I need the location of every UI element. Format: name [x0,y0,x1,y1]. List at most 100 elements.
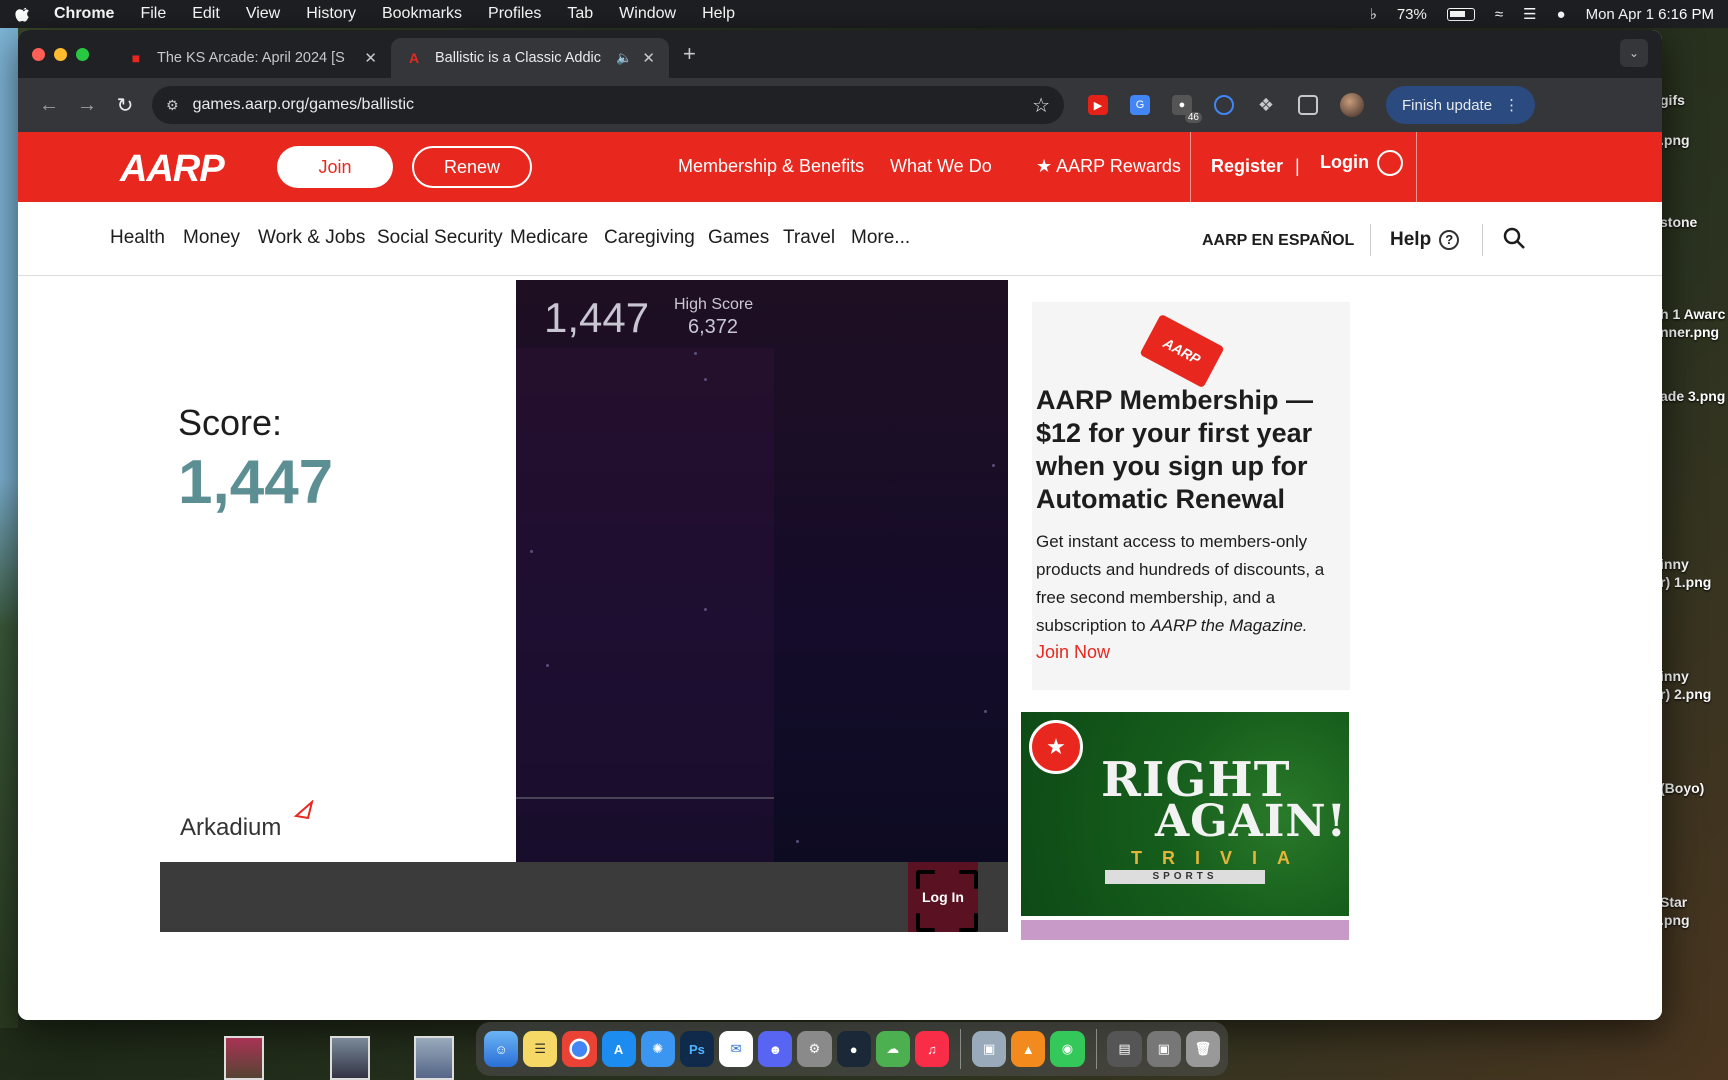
address-bar[interactable]: ⚙ games.aarp.org/games/ballistic ☆ [152,86,1064,124]
search-icon[interactable] [1502,226,1526,250]
close-tab-icon[interactable]: ✕ [642,49,655,67]
side-panel-icon[interactable] [1298,95,1318,115]
desktop-file-label[interactable]: h 1 Awarc [1660,306,1725,322]
aarp-rewards-link[interactable]: ★ AARP Rewards [1036,156,1181,177]
what-we-do-link[interactable]: What We Do [890,156,992,177]
wifi-icon[interactable]: ≈ [1495,6,1503,23]
menu-bookmarks[interactable]: Bookmarks [382,5,462,23]
menu-app-name[interactable]: Chrome [54,5,114,23]
translate-extension-icon[interactable]: G [1130,95,1150,115]
app-store-icon[interactable]: A [601,1031,636,1067]
desktop-file-label[interactable]: gifs [1660,92,1685,108]
arkadium-logo[interactable]: Arkadium [180,814,281,842]
desktop-file-label[interactable]: inny [1660,668,1689,684]
menu-window[interactable]: Window [619,5,676,23]
desktop-file-label[interactable]: Star [1660,894,1687,910]
system-settings-icon[interactable]: ⚙ [797,1031,832,1067]
tab-search-chevron-icon[interactable]: ⌄ [1620,39,1648,67]
nav-travel[interactable]: Travel [783,227,835,249]
membership-benefits-link[interactable]: Membership & Benefits [678,156,864,177]
vlc-icon[interactable]: ▲ [1011,1031,1046,1067]
apple-icon[interactable] [14,5,32,23]
photoshop-icon[interactable]: Ps [679,1031,715,1067]
menu-help[interactable]: Help [702,5,735,23]
discord-icon[interactable]: ☻ [758,1031,793,1067]
desktop-file-label[interactable]: stone [1660,214,1697,230]
desktop-file-label[interactable]: ade 3.png [1660,388,1725,404]
menu-file[interactable]: File [140,5,166,23]
desktop-file-label[interactable]: nner.png [1660,324,1719,340]
forward-button[interactable]: → [68,94,106,117]
safari-icon[interactable]: ✺ [640,1031,675,1067]
cloud-app-icon[interactable]: ☁ [875,1031,910,1067]
speaker-icon[interactable]: 🔈 [616,50,632,66]
renew-button[interactable]: Renew [412,146,532,188]
right-again-trivia-ad[interactable]: ★ RIGHT AGAIN! TRIVIA SPORTS [1021,712,1349,916]
back-button[interactable]: ← [30,94,68,117]
profile-avatar[interactable] [1340,93,1364,117]
menu-view[interactable]: View [246,5,280,23]
menu-profiles[interactable]: Profiles [488,5,541,23]
music-icon[interactable]: ♫ [914,1031,950,1067]
join-now-link[interactable]: Join Now [1036,642,1110,663]
desktop-thumbnail[interactable] [414,1036,454,1080]
mail-icon[interactable]: ✉ [719,1031,754,1067]
desktop-file-label[interactable]: r) 1.png [1660,574,1711,590]
downloads-stack-icon[interactable]: ▣ [1146,1031,1181,1067]
desktop-file-label[interactable]: .png [1660,912,1690,928]
next-ad-preview[interactable] [1021,920,1349,940]
menu-history[interactable]: History [306,5,356,23]
help-link[interactable]: Help? [1390,229,1460,251]
nav-health[interactable]: Health [110,227,165,249]
nav-work-jobs[interactable]: Work & Jobs [258,227,365,249]
youtube-extension-icon[interactable]: ▶ [1088,95,1108,115]
desktop-file-label[interactable]: .png [1660,132,1690,148]
finish-update-button[interactable]: Finish update ⋮ [1386,86,1536,124]
control-center-icon[interactable]: ☰ [1523,5,1536,23]
chrome-icon[interactable] [562,1031,597,1067]
nav-medicare[interactable]: Medicare [510,227,588,249]
aarp-en-espanol-link[interactable]: AARP EN ESPAÑOL [1202,232,1354,250]
desktop-file-label[interactable]: inny [1660,556,1689,572]
game-login-button[interactable]: Log In [908,862,978,932]
desktop-file-label[interactable]: (Boyo) [1660,780,1704,796]
battery-icon[interactable] [1446,7,1475,21]
url-text[interactable]: games.aarp.org/games/ballistic [193,96,1033,114]
siri-icon[interactable]: ● [1557,6,1566,23]
reddit-extension-icon[interactable]: ● 46 [1172,95,1202,123]
menu-edit[interactable]: Edit [192,5,220,23]
menu-datetime[interactable]: Mon Apr 1 6:16 PM [1586,6,1714,23]
new-tab-button[interactable]: + [683,41,696,67]
join-button[interactable]: Join [277,146,393,188]
register-link[interactable]: Register [1211,156,1283,177]
desktop-file-label[interactable]: r) 2.png [1660,686,1711,702]
nav-social-security[interactable]: Social Security [377,227,503,249]
preview-icon[interactable]: ▣ [972,1031,1007,1067]
finder-icon[interactable]: ☺ [484,1031,519,1067]
minimize-window-button[interactable] [54,47,67,61]
tab-ks-arcade[interactable]: ■ The KS Arcade: April 2024 [S ✕ [113,38,391,78]
trash-icon[interactable]: 🗑 [1185,1031,1220,1067]
circle-extension-icon[interactable] [1214,95,1234,115]
close-tab-icon[interactable]: ✕ [364,49,377,67]
bookmark-star-icon[interactable]: ☆ [1032,93,1050,118]
steam-icon[interactable]: ● [836,1031,871,1067]
headphones-icon[interactable]: ♭ [1370,5,1377,23]
login-link[interactable]: Login [1320,150,1403,176]
messages-icon[interactable]: ◉ [1050,1031,1085,1067]
notes-icon[interactable]: ☰ [523,1031,558,1067]
nav-money[interactable]: Money [183,227,240,249]
ballistic-game-canvas[interactable]: 1,447 High Score 6,372 [516,280,1008,862]
nav-more[interactable]: More... [851,227,910,249]
site-info-icon[interactable]: ⚙ [166,97,179,114]
nav-games[interactable]: Games [708,227,769,249]
puzzle-extensions-icon[interactable]: ❖ [1256,95,1276,115]
nav-caregiving[interactable]: Caregiving [604,227,695,249]
close-window-button[interactable] [32,47,45,61]
folder-stack-icon[interactable]: ▤ [1107,1031,1142,1067]
desktop-thumbnail[interactable] [330,1036,370,1080]
menu-tab[interactable]: Tab [567,5,593,23]
desktop-thumbnail[interactable] [224,1036,264,1080]
aarp-logo[interactable]: AARP [120,148,225,191]
tab-ballistic[interactable]: A Ballistic is a Classic Addic 🔈 ✕ [391,38,669,78]
